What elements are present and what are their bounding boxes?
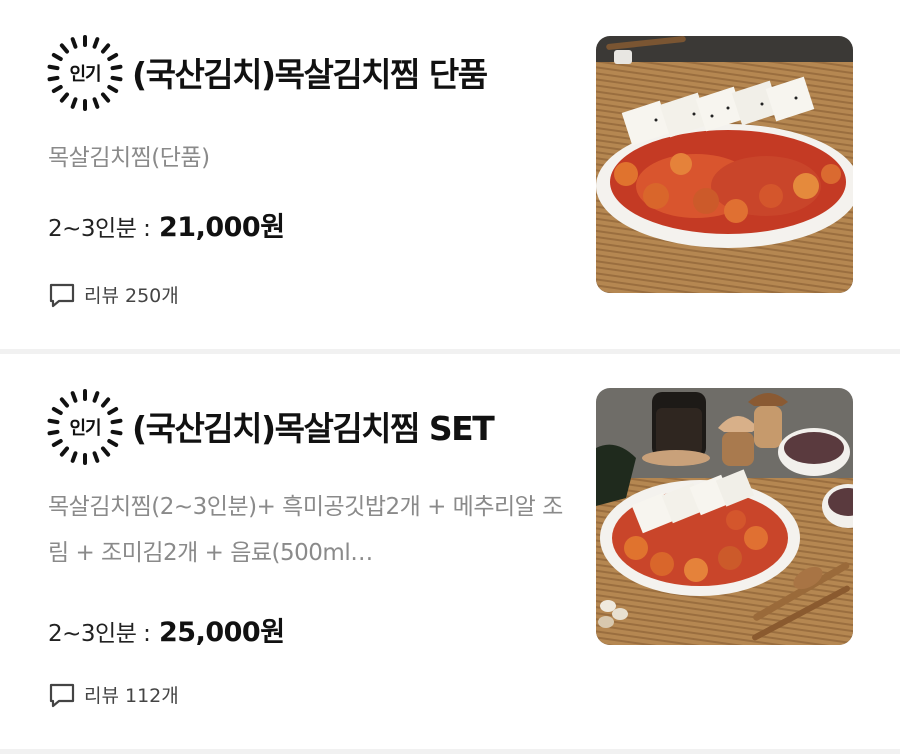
menu-title[interactable]: (국산김치)목살김치찜 SET: [132, 402, 495, 450]
price-value: 21,000원: [159, 212, 285, 243]
popular-badge: 인기: [46, 34, 124, 112]
menu-list: 인기 (국산김치)목살김치찜 단품 목살김치찜(단품) 2~3인분 : 21,0…: [0, 0, 900, 754]
menu-image[interactable]: [596, 388, 853, 645]
kimchi-jjim-photo: [596, 36, 853, 293]
menu-description: 목살김치찜(2~3인분)+ 흑미공깃밥2개 + 메추리알 조림 + 조미김2개 …: [48, 494, 563, 566]
review-count[interactable]: 리뷰 112개: [48, 681, 179, 708]
menu-title[interactable]: (국산김치)목살김치찜 단품: [132, 48, 488, 96]
review-count[interactable]: 리뷰 250개: [48, 281, 179, 308]
popular-badge: 인기: [46, 388, 124, 466]
serving-size-label: 2~3인분 :: [48, 216, 151, 242]
popular-badge-label: 인기: [69, 64, 101, 85]
review-count-label: 리뷰 250개: [84, 285, 179, 307]
price-value: 25,000원: [159, 617, 285, 648]
kimchi-jjim-set-photo: [596, 388, 853, 645]
speech-bubble-icon: [49, 283, 75, 307]
item-divider: [0, 749, 900, 754]
price-row: 2~3인분 : 21,000원: [48, 205, 285, 244]
speech-bubble-icon: [49, 683, 75, 707]
popular-badge-label: 인기: [69, 418, 101, 439]
price-row: 2~3인분 : 25,000원: [48, 610, 285, 649]
serving-size-label: 2~3인분 :: [48, 621, 151, 647]
menu-image[interactable]: [596, 36, 853, 293]
review-count-label: 리뷰 112개: [84, 685, 179, 707]
menu-item-kimchi-jjim-set[interactable]: 인기 (국산김치)목살김치찜 SET 목살김치찜(2~3인분)+ 흑미공깃밥2개…: [0, 354, 900, 749]
menu-description: 목살김치찜(단품): [48, 145, 210, 171]
menu-item-kimchi-jjim-single[interactable]: 인기 (국산김치)목살김치찜 단품 목살김치찜(단품) 2~3인분 : 21,0…: [0, 0, 900, 349]
